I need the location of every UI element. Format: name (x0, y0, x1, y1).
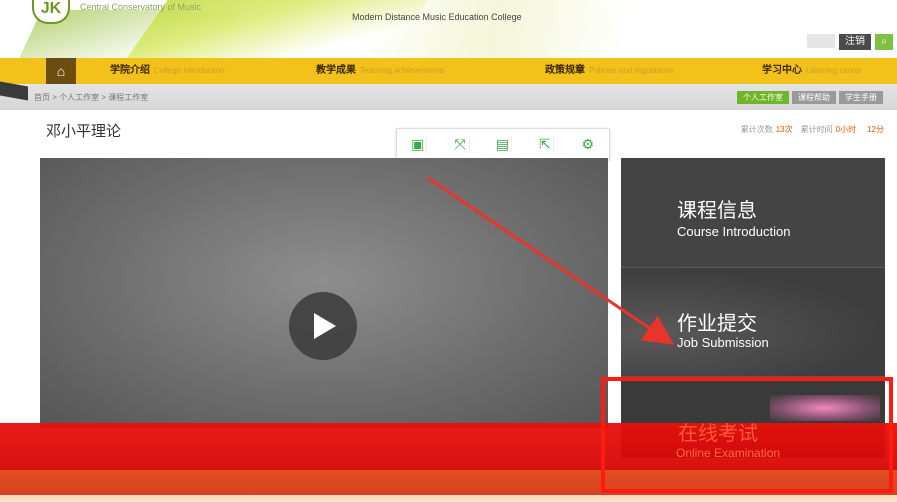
college-name: Modern Distance Music Education College (352, 12, 522, 22)
screen-icon[interactable]: ▤ (494, 135, 512, 153)
nav-item-college-intro[interactable]: 学院介绍 College introduction (110, 58, 225, 84)
nav-item-label: 学习中心 (762, 65, 802, 76)
header-placeholder (807, 34, 835, 48)
site-header: JK Central Conservatory of Music Modern … (0, 0, 897, 58)
breadcrumb[interactable]: 首页 > 个人工作室 > 课程工作室 (34, 92, 148, 103)
nav-item-teaching[interactable]: 教学成果 Teaching achievements (316, 58, 444, 84)
study-stats: 累计次数 13次 累计时间 0小时 12分 (741, 124, 884, 135)
crumb-buttons: 个人工作室 课程帮助 学生手册 (737, 91, 883, 104)
search-icon[interactable]: ⌕ (875, 34, 893, 50)
home-icon[interactable]: ⌂ (46, 58, 76, 84)
logo-text: Central Conservatory of Music (80, 2, 202, 12)
fullscreen-icon[interactable]: ⤧ (452, 135, 470, 153)
video-toolbar: ▣ ⤧ ▤ ⇱ ⚙ (396, 128, 610, 160)
nav-item-en-label: Policies and regulations (589, 66, 674, 75)
logout-button[interactable]: 注销 (839, 34, 871, 50)
nav-item-en-label: College introduction (154, 66, 225, 75)
nav-item-en-label: Learning center (806, 66, 862, 75)
personal-studio-button[interactable]: 个人工作室 (737, 91, 789, 104)
nav-item-label: 教学成果 (316, 65, 356, 76)
stat-count: 累计次数 13次 (740, 125, 793, 134)
play-icon[interactable] (314, 313, 336, 339)
nav-item-policies[interactable]: 政策规章 Policies and regulations (545, 58, 674, 84)
share-icon[interactable]: ⇱ (536, 135, 555, 153)
card-title: 课程信息 (677, 200, 757, 222)
nav-item-en-label: Teaching achievements (360, 66, 444, 75)
card-subtitle: Job Submission (677, 335, 769, 350)
main-nav: ⌂ 学院介绍 College introduction 教学成果 Teaching … (0, 58, 897, 84)
card-title: 作业提交 (677, 313, 757, 335)
course-info-card[interactable]: 课程信息 Course Introduction (621, 158, 885, 268)
nav-item-label: 学院介绍 (110, 65, 150, 76)
nav-item-learning-center[interactable]: 学习中心 Learning center (762, 58, 862, 84)
notes-icon[interactable]: ▣ (409, 135, 428, 153)
page-title: 邓小平理论 (46, 123, 122, 140)
job-submission-card[interactable]: 作业提交 Job Submission (621, 269, 885, 377)
settings-icon[interactable]: ⚙ (579, 135, 597, 153)
course-help-button[interactable]: 课程帮助 (792, 91, 836, 104)
highlight-box (601, 377, 893, 493)
card-subtitle: Course Introduction (677, 224, 791, 239)
student-handbook-button[interactable]: 学生手册 (839, 91, 883, 104)
stat-time: 累计时间 0小时 (800, 125, 857, 134)
nav-item-label: 政策规章 (545, 65, 585, 76)
header-actions: 注销 ⌕ (807, 34, 893, 50)
stat-minutes: 12分 (867, 125, 884, 134)
